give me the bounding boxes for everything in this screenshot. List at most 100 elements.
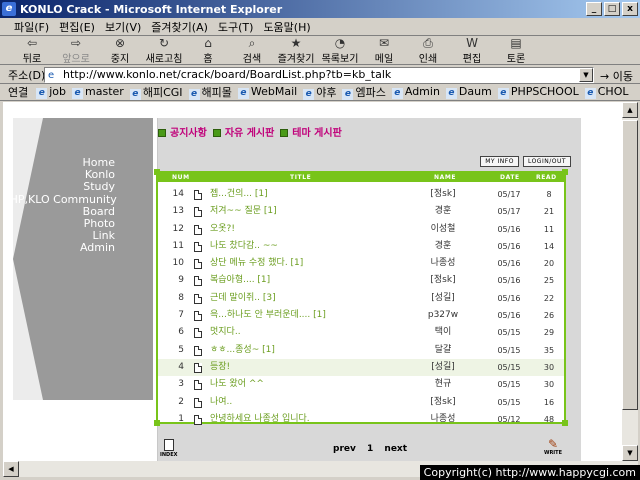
next-link[interactable]: next (384, 444, 407, 454)
row-title-link[interactable]: 근데 말이쥐.. [3] (210, 290, 276, 307)
row-title-link[interactable]: 젭...건의... [1] (210, 186, 268, 203)
table-row[interactable]: 7 윽...하나도 안 부러운데.... [1] p327w 05/16 26 (158, 307, 564, 324)
link-empas[interactable]: 엠파스 (342, 84, 385, 100)
maximize-button[interactable]: □ (604, 2, 620, 16)
favorites-button[interactable]: ★ 즐겨찾기 (274, 36, 318, 65)
vertical-scroll-thumb[interactable] (622, 120, 638, 410)
menu-help[interactable]: 도움말(H) (263, 19, 310, 35)
row-author: p327w (427, 310, 459, 321)
row-num: 12 (172, 223, 184, 234)
login-out-button[interactable]: LOGIN/OUT (522, 156, 571, 167)
table-row[interactable]: 14 젭...건의... [1] [정sk] 05/17 8 (158, 186, 564, 203)
link-happycgi[interactable]: 해피CGI (130, 84, 183, 100)
link-phpschool[interactable]: PHPSCHOOL (498, 85, 579, 99)
home-button[interactable]: ⌂ 홈 (186, 36, 230, 65)
table-row[interactable]: 2 나여.. [정sk] 05/15 16 (158, 394, 564, 411)
document-icon (194, 293, 202, 304)
row-read-count: 48 (543, 414, 555, 424)
page-1-link[interactable]: 1 (367, 444, 373, 454)
mail-button[interactable]: ✉ 메일 (362, 36, 406, 65)
row-title-link[interactable]: 복습아형.... [1] (210, 272, 270, 289)
tab-free-board[interactable]: 자유 게시판 (213, 124, 274, 139)
stop-button[interactable]: ⊗ 중지 (98, 36, 142, 65)
row-title-link[interactable]: 나도 왔어 ^^ (210, 376, 264, 393)
row-title-link[interactable]: 멋지다.. (210, 324, 241, 341)
links-label: 연결 (8, 86, 29, 99)
menu-favorites[interactable]: 즐겨찾기(A) (151, 19, 208, 35)
row-author: 택이 (434, 327, 452, 338)
address-input[interactable]: e http://www.konlo.net/crack/board/Board… (44, 67, 594, 83)
write-button[interactable]: ✎ WRITE (544, 438, 562, 456)
row-title-link[interactable]: 윽...하나도 안 부러운데.... [1] (210, 307, 326, 324)
row-title-link[interactable]: 오옷?! (210, 221, 235, 238)
scroll-left-icon[interactable]: ◀ (3, 461, 19, 477)
history-button[interactable]: ◔ 목록보기 (318, 36, 362, 65)
refresh-button[interactable]: ↻ 새로고침 (142, 36, 186, 65)
row-title-link[interactable]: 등장! (210, 359, 230, 376)
menu-tools[interactable]: 도구(T) (218, 19, 254, 35)
table-row[interactable]: 11 나도 찼다감.. ~~ 경훈 05/16 14 (158, 238, 564, 255)
row-title-link[interactable]: 상단 메뉴 수정 했다. [1] (210, 255, 303, 272)
menu-study[interactable]: Study (3, 181, 115, 193)
forward-button[interactable]: ⇨ 앞으로 (54, 36, 98, 65)
address-dropdown-icon[interactable]: ▼ (579, 68, 593, 82)
scroll-down-icon[interactable]: ▼ (622, 445, 638, 461)
print-button[interactable]: ⎙ 인쇄 (406, 36, 450, 65)
table-row[interactable]: 10 상단 메뉴 수정 했다. [1] 나종성 05/16 20 (158, 255, 564, 272)
scroll-up-icon[interactable]: ▲ (622, 102, 638, 118)
table-row[interactable]: 8 근데 말이쥐.. [3] [성길] 05/16 22 (158, 290, 564, 307)
row-title-link[interactable]: 나여.. (210, 394, 232, 411)
menu-edit[interactable]: 편집(E) (59, 19, 95, 35)
table-row[interactable]: 13 저겨~~ 질문 [1] 경훈 05/17 21 (158, 203, 564, 220)
edit-button[interactable]: W 편집 (450, 36, 494, 65)
document-icon (194, 328, 202, 339)
link-yahoo[interactable]: 야후 (303, 84, 336, 100)
index-button[interactable]: INDEX (160, 439, 177, 458)
row-title-link[interactable]: 나도 찼다감.. ~~ (210, 238, 278, 255)
row-date: 05/17 (497, 190, 521, 199)
close-button[interactable]: x (622, 2, 638, 16)
header-date: DATE (500, 174, 520, 181)
link-admin[interactable]: Admin (392, 85, 440, 99)
minimize-button[interactable]: _ (586, 2, 602, 16)
row-title-link[interactable]: 안녕하세요 나종성 입니다. (210, 411, 310, 428)
discuss-button[interactable]: ▤ 토론 (494, 36, 538, 65)
table-row[interactable]: 12 오옷?! 이성철 05/16 11 (158, 221, 564, 238)
print-icon: ⎙ (423, 36, 433, 50)
back-button[interactable]: ⇦ 뒤로 (10, 36, 54, 65)
row-title-link[interactable]: 저겨~~ 질문 [1] (210, 203, 277, 220)
document-icon (194, 190, 202, 200)
link-job[interactable]: job (36, 85, 66, 99)
link-chol[interactable]: CHOL (585, 85, 629, 99)
row-date: 05/16 (497, 276, 521, 286)
row-read-count: 29 (543, 328, 555, 338)
copyright-banner: Copyright(c) http://www.happycgi.com (419, 465, 640, 480)
menu-community[interactable]: PHP,KLO Community (3, 193, 117, 206)
table-header: NUM TITLE NAME DATE READ (158, 173, 564, 182)
page-icon: e (48, 70, 55, 81)
search-button[interactable]: ⌕ 검색 (230, 36, 274, 65)
link-happymall[interactable]: 해피몰 (189, 84, 232, 100)
tab-theme-board[interactable]: 테마 게시판 (280, 124, 341, 139)
back-arrow-icon: ⇦ (26, 36, 38, 50)
link-webmail[interactable]: WebMail (238, 85, 297, 99)
table-row[interactable]: 3 나도 왔어 ^^ 현규 05/15 30 (158, 376, 564, 393)
menu-view[interactable]: 보기(V) (105, 19, 141, 35)
my-info-button[interactable]: MY INFO (480, 156, 519, 167)
table-row[interactable]: 6 멋지다.. 택이 05/15 29 (158, 324, 564, 341)
table-row[interactable]: 9 복습아형.... [1] [정sk] 05/16 25 (158, 272, 564, 289)
link-master[interactable]: master (72, 85, 124, 99)
window-title: KONLO Crack - Microsoft Internet Explore… (20, 2, 283, 16)
row-title-link[interactable]: ㅎㅎ...종성~ [1] (210, 342, 275, 359)
table-row[interactable]: 4 등장! [성길] 05/15 30 (158, 358, 564, 377)
prev-link[interactable]: prev (333, 444, 356, 454)
board-table: NUM TITLE NAME DATE READ 14 젭...건의... [1]… (154, 169, 568, 426)
go-button[interactable]: → 이동 (600, 68, 633, 84)
table-row[interactable]: 1 안녕하세요 나종성 입니다. 나종성 05/12 48 (158, 411, 564, 428)
menu-file[interactable]: 파일(F) (14, 19, 49, 35)
link-daum[interactable]: Daum (446, 85, 492, 99)
table-row[interactable]: 5 ㅎㅎ...종성~ [1] 달걀 05/15 35 (158, 342, 564, 359)
tab-notice[interactable]: 공지사항 (158, 124, 207, 139)
menu-admin[interactable]: Admin (3, 242, 115, 254)
vertical-scrollbar[interactable]: ▲ ▼ (622, 102, 638, 461)
